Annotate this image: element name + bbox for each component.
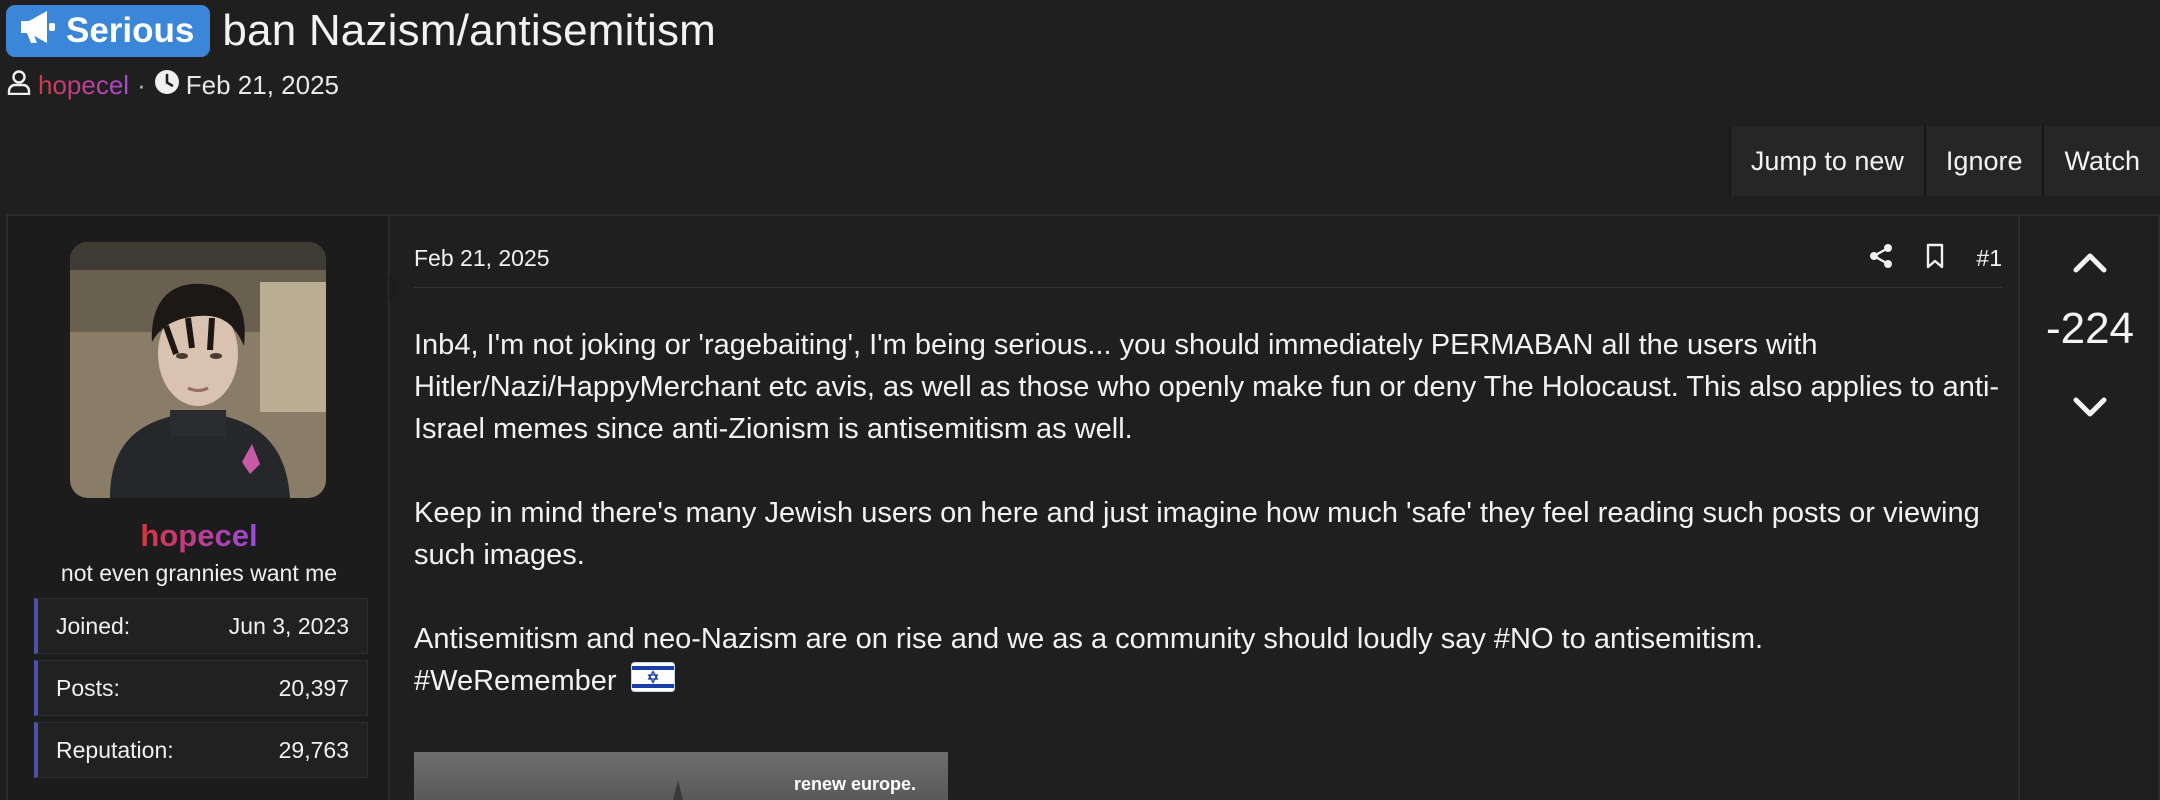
stat-value: 20,397 bbox=[278, 674, 349, 701]
stat-value: Jun 3, 2023 bbox=[228, 612, 349, 639]
post: hopecel not even grannies want me Joined… bbox=[6, 214, 2160, 800]
vote-panel: -224 bbox=[2018, 216, 2158, 800]
chevron-down-icon bbox=[2073, 397, 2107, 417]
downvote-button[interactable] bbox=[2058, 388, 2122, 428]
post-image[interactable]: renew europe. bbox=[414, 752, 948, 800]
upvote-button[interactable] bbox=[2058, 242, 2122, 282]
share-icon[interactable] bbox=[1868, 243, 1894, 274]
image-spire-shape bbox=[670, 780, 686, 800]
avatar[interactable] bbox=[70, 242, 326, 498]
post-number-link[interactable]: #1 bbox=[1976, 245, 2002, 272]
post-hashtag: #WeRemember bbox=[414, 665, 617, 697]
stat-label: Joined: bbox=[56, 612, 131, 639]
clock-icon bbox=[154, 69, 180, 102]
israel-flag-icon bbox=[630, 662, 675, 692]
thread-page: Serious ban Nazism/antisemitism hopecel … bbox=[0, 0, 2160, 800]
thread-title: Serious ban Nazism/antisemitism bbox=[6, 4, 716, 58]
post-date[interactable]: Feb 21, 2025 bbox=[414, 245, 550, 272]
vote-score: -224 bbox=[2045, 304, 2135, 353]
jump-to-new-button[interactable]: Jump to new bbox=[1728, 126, 1924, 196]
megaphone-icon bbox=[18, 9, 58, 54]
image-caption: renew europe. bbox=[793, 774, 916, 794]
post-main: Feb 21, 2025 #1 Inb4, I'm not joking or … bbox=[390, 216, 2020, 800]
page-title: ban Nazism/antisemitism bbox=[222, 6, 717, 55]
watch-button[interactable]: Watch bbox=[2042, 126, 2160, 196]
thread-date[interactable]: Feb 21, 2025 bbox=[186, 70, 339, 101]
stat-value: 29,763 bbox=[278, 736, 349, 763]
chevron-up-icon bbox=[2073, 253, 2107, 273]
avatar-image bbox=[70, 242, 326, 498]
ignore-button[interactable]: Ignore bbox=[1923, 126, 2043, 196]
post-hashtag-line: #WeRemember bbox=[414, 660, 2004, 702]
post-tools: #1 bbox=[1868, 243, 2002, 274]
post-body: Inb4, I'm not joking or 'ragebaiting', I… bbox=[414, 324, 2004, 702]
bookmark-icon[interactable] bbox=[1922, 243, 1948, 274]
post-username[interactable]: hopecel bbox=[8, 518, 390, 554]
prefix-label: Serious bbox=[66, 11, 195, 50]
user-icon bbox=[6, 69, 32, 102]
stat-label: Posts: bbox=[56, 674, 120, 701]
stat-label: Reputation: bbox=[56, 736, 174, 763]
stat-joined: Joined: Jun 3, 2023 bbox=[34, 598, 368, 654]
post-header: Feb 21, 2025 #1 bbox=[414, 230, 2002, 288]
post-paragraph: Inb4, I'm not joking or 'ragebaiting', I… bbox=[414, 329, 2000, 445]
meta-separator: · bbox=[137, 69, 146, 100]
thread-author-link[interactable]: hopecel bbox=[38, 70, 129, 101]
prefix-badge[interactable]: Serious bbox=[6, 5, 211, 57]
stat-posts: Posts: 20,397 bbox=[34, 660, 368, 716]
post-paragraph: Keep in mind there's many Jewish users o… bbox=[414, 497, 1980, 571]
thread-actions: Jump to new Ignore Watch bbox=[1728, 126, 2160, 196]
post-paragraph: Antisemitism and neo-Nazism are on rise … bbox=[414, 623, 1764, 655]
user-title: not even grannies want me bbox=[60, 560, 338, 586]
thread-meta: hopecel · Feb 21, 2025 bbox=[6, 68, 339, 102]
post-user-panel: hopecel not even grannies want me Joined… bbox=[8, 216, 403, 800]
stat-reputation: Reputation: 29,763 bbox=[34, 722, 368, 778]
